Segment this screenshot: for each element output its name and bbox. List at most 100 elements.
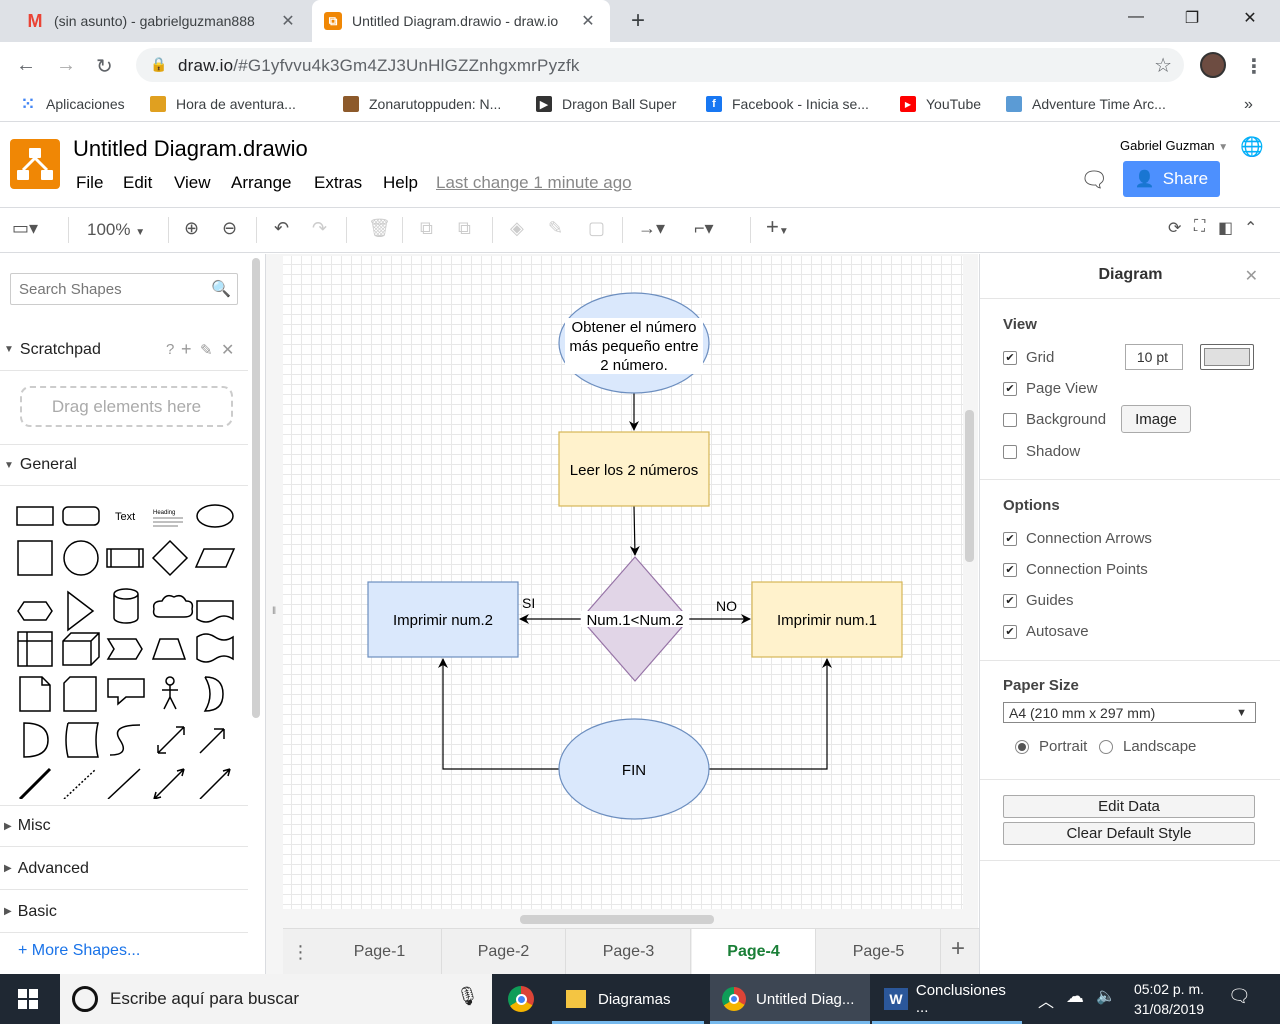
landscape-radio[interactable]: Landscape — [1099, 738, 1196, 755]
volume-icon[interactable]: 🔈 — [1096, 986, 1116, 1006]
misc-section[interactable]: ▶ Misc — [0, 805, 248, 847]
bookmark-hora-de-aventura[interactable]: Hora de aventura... — [150, 96, 296, 112]
tab-page-5[interactable]: Page-5 — [817, 929, 941, 975]
to-back-icon[interactable]: ⧉ — [458, 218, 471, 239]
read-node[interactable]: Leer los 2 números — [558, 431, 710, 507]
redo-icon[interactable]: ↷ — [312, 218, 327, 239]
tab-page-1[interactable]: Page-1 — [318, 929, 442, 975]
tab-page-4[interactable]: Page-4 — [692, 929, 816, 975]
help-icon[interactable]: ? — [166, 341, 174, 358]
sync-icon[interactable]: ⟳ — [1168, 218, 1181, 238]
bookmark-adventure-time[interactable]: Adventure Time Arc... — [1006, 96, 1166, 112]
background-checkbox[interactable]: Background — [1003, 411, 1106, 428]
more-shapes-button[interactable]: + More Shapes... — [18, 942, 140, 960]
scratchpad-drop-zone[interactable]: Drag elements here — [20, 386, 233, 427]
delete-icon[interactable]: 🗑 — [368, 218, 391, 239]
user-name[interactable]: Gabriel Guzman ▼ — [1120, 138, 1228, 153]
bookmark-apps[interactable]: ⁙ Aplicaciones — [20, 96, 124, 113]
shadow-icon[interactable]: ▢ — [588, 218, 605, 239]
chevron-up-icon[interactable]: ︿ — [1038, 988, 1054, 1012]
waypoints-icon[interactable]: ⌐▾ — [694, 218, 714, 239]
close-window-icon[interactable]: ✕ — [1228, 8, 1272, 28]
maximize-icon[interactable]: ❐ — [1170, 8, 1214, 28]
format-panel-icon[interactable]: ▭▾ — [12, 218, 38, 239]
tab-page-2[interactable]: Page-2 — [442, 929, 566, 975]
add-page-icon[interactable]: + — [951, 935, 965, 963]
edit-data-button[interactable]: Edit Data — [1003, 795, 1255, 818]
collapse-icon[interactable]: ⌃ — [1244, 218, 1257, 238]
browser-tab-gmail[interactable]: M (sin asunto) - gabrielguzman888 ✕ — [14, 0, 310, 42]
menu-arrange[interactable]: Arrange — [231, 173, 291, 193]
page-view-checkbox[interactable]: ✔ Page View — [1003, 380, 1097, 397]
taskbar-drawio-chrome[interactable]: Untitled Diag... — [710, 974, 870, 1024]
browser-tab-drawio[interactable]: ⧉ Untitled Diagram.drawio - draw.io ✕ — [312, 0, 610, 42]
diagram-canvas[interactable]: Obtener el número más pequeño entre 2 nú… — [283, 256, 963, 909]
shadow-checkbox[interactable]: Shadow — [1003, 443, 1080, 460]
forward-icon[interactable]: → — [56, 54, 76, 77]
windows-start-icon[interactable] — [18, 989, 38, 1012]
add-icon[interactable]: + — [181, 339, 192, 360]
close-icon[interactable]: ✕ — [1245, 266, 1258, 286]
edit-icon[interactable]: ✎ — [200, 341, 213, 359]
more-bookmarks-icon[interactable]: » — [1244, 96, 1253, 114]
basic-section[interactable]: ▶ Basic — [0, 891, 248, 933]
browser-menu-icon[interactable]: ⋮ — [1244, 54, 1264, 79]
bookmark-youtube[interactable]: ▶ YouTube — [900, 96, 981, 112]
close-tab-icon[interactable]: ✕ — [278, 11, 298, 31]
paper-size-select[interactable]: A4 (210 mm x 297 mm) ▼ — [1003, 702, 1256, 723]
start-node[interactable]: Obtener el número más pequeño entre 2 nú… — [558, 292, 710, 394]
last-change-link[interactable]: Last change 1 minute ago — [436, 173, 632, 193]
canvas-vertical-scrollbar[interactable] — [965, 410, 974, 562]
canvas-horizontal-scrollbar[interactable] — [520, 915, 714, 924]
portrait-radio[interactable]: Portrait — [1015, 738, 1087, 755]
zoom-in-icon[interactable]: ⊕ — [184, 218, 199, 239]
url-text[interactable]: draw.io/#G1yfvvu4k3Gm4ZJ3UnHlGZZnhgxmrPy… — [178, 56, 580, 76]
connection-points-checkbox[interactable]: ✔ Connection Points — [1003, 561, 1148, 578]
close-tab-icon[interactable]: ✕ — [578, 11, 598, 31]
bookmark-zonaruto[interactable]: Zonarutoppuden: N... — [343, 96, 501, 112]
search-shapes-field[interactable]: 🔍 — [10, 273, 238, 305]
address-bar[interactable]: 🔒 draw.io/#G1yfvvu4k3Gm4ZJ3UnHlGZZnhgxmr… — [136, 48, 1184, 82]
undo-icon[interactable]: ↶ — [274, 218, 289, 239]
sidebar-scrollbar[interactable] — [252, 258, 260, 718]
reload-icon[interactable]: ↻ — [96, 54, 113, 79]
general-section[interactable]: ▼ General — [0, 444, 248, 486]
autosave-checkbox[interactable]: ✔ Autosave — [1003, 623, 1089, 640]
taskbar-clock[interactable]: 05:02 p. m. 31/08/2019 — [1126, 979, 1212, 1019]
document-title[interactable]: Untitled Diagram.drawio — [73, 136, 308, 162]
search-icon[interactable]: 🔍 — [211, 279, 231, 299]
connection-arrows-checkbox[interactable]: ✔ Connection Arrows — [1003, 530, 1152, 547]
clear-default-style-button[interactable]: Clear Default Style — [1003, 822, 1255, 845]
taskbar-word[interactable]: W Conclusiones ... — [872, 974, 1022, 1024]
taskbar-chrome[interactable] — [494, 974, 548, 1024]
advanced-section[interactable]: ▶ Advanced — [0, 848, 248, 890]
menu-file[interactable]: File — [76, 173, 103, 193]
format-toggle-icon[interactable]: ◧ — [1218, 218, 1233, 238]
grid-size-stepper[interactable]: 10 pt — [1125, 344, 1183, 370]
notifications-icon[interactable]: 🗨 — [1228, 986, 1251, 1007]
menu-help[interactable]: Help — [383, 173, 418, 193]
line-color-icon[interactable]: ✎ — [548, 218, 563, 239]
bookmark-dragon-ball[interactable]: ▶ Dragon Ball Super — [536, 96, 676, 112]
onedrive-icon[interactable]: ☁ — [1066, 986, 1084, 1007]
sidebar-resize-handle[interactable]: ‖ — [272, 606, 276, 617]
new-tab-button[interactable]: + — [624, 7, 652, 35]
fill-color-icon[interactable]: ◈ — [510, 218, 524, 239]
guides-checkbox[interactable]: ✔ Guides — [1003, 592, 1074, 609]
bookmark-star-icon[interactable]: ☆ — [1154, 53, 1172, 78]
microphone-icon[interactable]: 🎙 — [456, 986, 479, 1007]
scratchpad-section[interactable]: ▼ Scratchpad ? + ✎ ✕ — [0, 329, 248, 371]
menu-extras[interactable]: Extras — [314, 173, 362, 193]
grid-checkbox[interactable]: ✔ Grid — [1003, 349, 1054, 366]
decision-node[interactable]: Num.1<Num.2 — [580, 556, 690, 682]
tab-page-3[interactable]: Page-3 — [567, 929, 691, 975]
fullscreen-icon[interactable]: ⛶ — [1194, 218, 1205, 236]
menu-edit[interactable]: Edit — [123, 173, 152, 193]
zoom-out-icon[interactable]: ⊖ — [222, 218, 237, 239]
output-right-node[interactable]: Imprimir num.1 — [751, 581, 903, 658]
zoom-select[interactable]: 100% ▼ — [87, 220, 145, 240]
back-icon[interactable]: ← — [16, 54, 36, 77]
minimize-icon[interactable]: — — [1114, 8, 1158, 26]
bookmark-facebook[interactable]: f Facebook - Inicia se... — [706, 96, 869, 112]
connection-style-icon[interactable]: →▾ — [638, 218, 665, 239]
